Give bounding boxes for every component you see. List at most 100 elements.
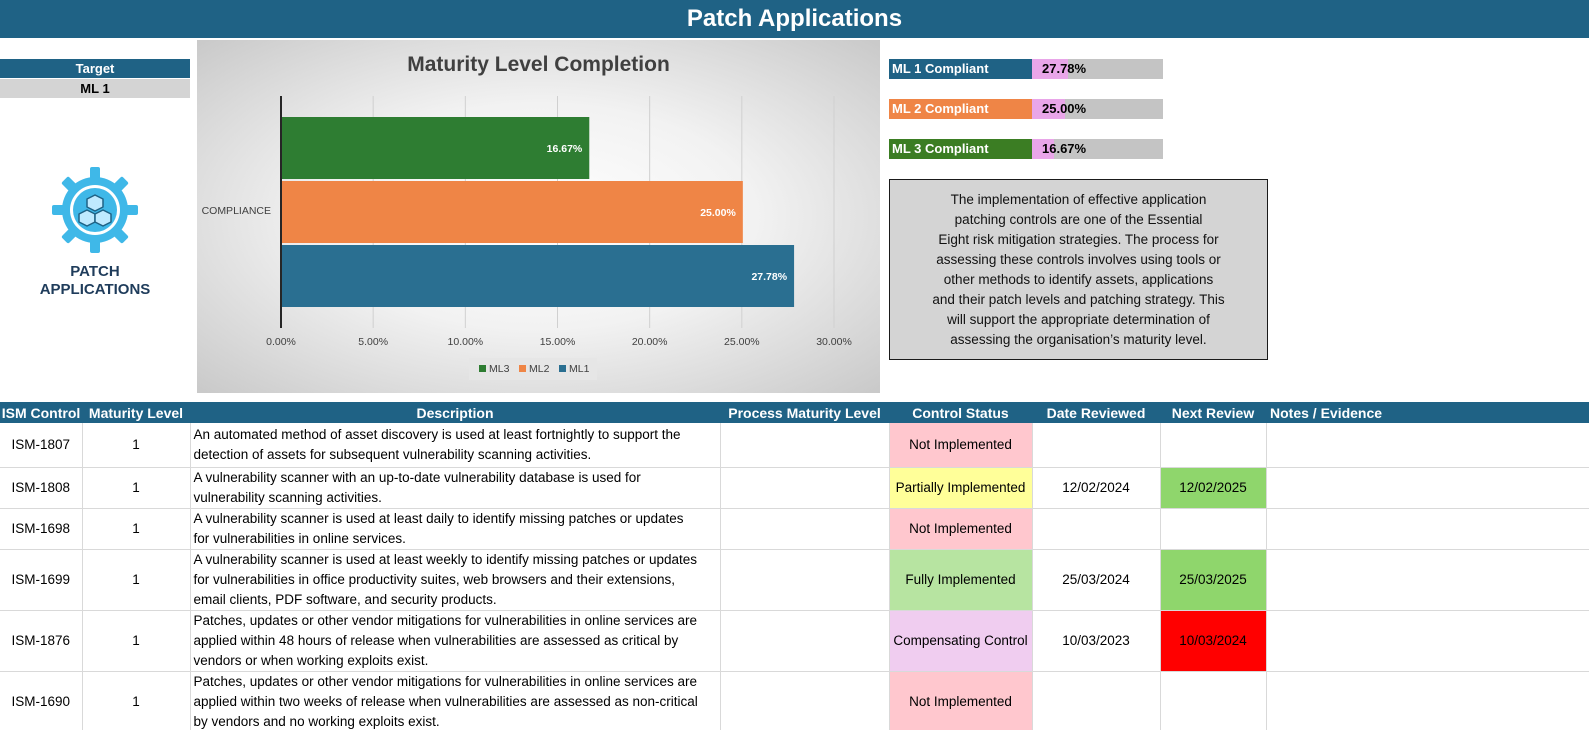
cell-description[interactable]: A vulnerability scanner is used at least… [190, 508, 721, 550]
col-header-description[interactable]: Description [190, 402, 720, 423]
cell-date-reviewed[interactable]: 10/03/2023 [1032, 610, 1161, 672]
description-line: vulnerability scanning activities. [193, 489, 382, 505]
x-tick-label: 0.00% [266, 336, 296, 348]
cell-notes[interactable] [1266, 423, 1589, 468]
description-line: for vulnerabilities in online services. [193, 530, 406, 546]
cell-next-review[interactable] [1160, 671, 1267, 730]
cell-process-maturity[interactable] [720, 423, 890, 468]
cell-ism-control[interactable]: ISM-1699 [0, 549, 83, 611]
cell-notes[interactable] [1266, 467, 1589, 509]
cell-control-status[interactable]: Partially Implemented [889, 467, 1033, 509]
x-tick-label: 30.00% [816, 336, 852, 348]
legend-label: ML1 [569, 363, 590, 375]
compliance-value-cell[interactable]: 16.67% [1032, 139, 1163, 159]
cell-ism-control[interactable]: ISM-1698 [0, 508, 83, 550]
cell-process-maturity[interactable] [720, 508, 890, 550]
cell-notes[interactable] [1266, 610, 1589, 672]
table-row[interactable]: ISM-1699 1 A vulnerability scanner is used… [0, 549, 1589, 611]
cell-ism-control[interactable]: ISM-1807 [0, 423, 83, 468]
cell-maturity-level[interactable]: 1 [82, 610, 191, 672]
cell-maturity-level[interactable]: 1 [82, 423, 191, 468]
compliance-value-cell[interactable]: 25.00% [1032, 99, 1163, 119]
cell-ism-control[interactable]: ISM-1808 [0, 467, 83, 509]
compliance-label: ML 3 Compliant [889, 139, 1032, 159]
legend-label: ML2 [529, 363, 550, 375]
description-line: Patches, updates or other vendor mitigat… [193, 612, 698, 628]
col-header-date-reviewed[interactable]: Date Reviewed [1032, 402, 1160, 423]
x-tick-label: 5.00% [358, 336, 388, 348]
bar-data-label: 16.67% [547, 143, 583, 155]
cell-process-maturity[interactable] [720, 467, 890, 509]
col-header-ism-control[interactable]: ISM Control [0, 402, 82, 423]
x-tick-label: 20.00% [632, 336, 668, 348]
cell-control-status[interactable]: Not Implemented [889, 423, 1033, 468]
cell-ism-control[interactable]: ISM-1690 [0, 671, 83, 730]
compliance-row-ml3: ML 3 Compliant 16.67% [889, 139, 1163, 159]
table-row[interactable]: ISM-1807 1 An automated method of asset di… [0, 423, 1589, 468]
description-line: applied within two weeks of release when… [193, 693, 698, 709]
cell-date-reviewed[interactable]: 25/03/2024 [1032, 549, 1161, 611]
cell-description[interactable]: Patches, updates or other vendor mitigat… [190, 671, 721, 730]
compliance-value: 16.67% [1042, 141, 1087, 156]
cell-control-status[interactable]: Compensating Control [889, 610, 1033, 672]
col-header-control-status[interactable]: Control Status [889, 402, 1032, 423]
cell-maturity-level[interactable]: 1 [82, 671, 191, 730]
maturity-chart: Maturity Level Completion 0.00% 5.00% 10.0… [197, 40, 880, 393]
compliance-value-cell[interactable]: 27.78% [1032, 59, 1163, 79]
col-header-notes[interactable]: Notes / Evidence [1266, 402, 1589, 423]
cell-notes[interactable] [1266, 549, 1589, 611]
x-tick-label: 10.00% [448, 336, 484, 348]
description-line: An automated method of asset discovery i… [193, 426, 681, 442]
cell-description[interactable]: Patches, updates or other vendor mitigat… [190, 610, 721, 672]
x-tick-label: 15.00% [540, 336, 576, 348]
table-row[interactable]: ISM-1876 1 Patches, updates or other vendo… [0, 610, 1589, 672]
cell-next-review[interactable]: 25/03/2025 [1160, 549, 1267, 611]
cell-date-reviewed[interactable] [1032, 508, 1161, 550]
cell-date-reviewed[interactable] [1032, 423, 1161, 468]
cell-notes[interactable] [1266, 508, 1589, 550]
cell-next-review[interactable] [1160, 423, 1267, 468]
col-header-maturity-level[interactable]: Maturity Level [82, 402, 190, 423]
compliance-label: ML 2 Compliant [889, 99, 1032, 119]
logo-text-line1: PATCH [70, 263, 120, 280]
cell-process-maturity[interactable] [720, 610, 890, 672]
cell-process-maturity[interactable] [720, 549, 890, 611]
chart-canvas: 0.00% 5.00% 10.00% 15.00% 20.00% 25.00% 30.00%… [202, 96, 852, 380]
cell-process-maturity[interactable] [720, 671, 890, 730]
cell-notes[interactable] [1266, 671, 1589, 730]
col-header-next-review[interactable]: Next Review [1160, 402, 1266, 423]
cell-date-reviewed[interactable]: 12/02/2024 [1032, 467, 1161, 509]
cell-ism-control[interactable]: ISM-1876 [0, 610, 83, 672]
description-line: A vulnerability scanner with an up-to-da… [193, 469, 641, 485]
cell-maturity-level[interactable]: 1 [82, 549, 191, 611]
cell-next-review[interactable]: 10/03/2024 [1160, 610, 1267, 672]
cell-date-reviewed[interactable] [1032, 671, 1161, 730]
table-header-row: ISM Control Maturity Level Description P… [0, 402, 1589, 423]
cell-control-status[interactable]: Not Implemented [889, 508, 1033, 550]
col-header-process-maturity[interactable]: Process Maturity Level [720, 402, 889, 423]
cell-next-review[interactable]: 12/02/2025 [1160, 467, 1267, 509]
compliance-row-ml1: ML 1 Compliant 27.78% [889, 59, 1163, 79]
info-line: assessing the organisation’s maturity le… [950, 332, 1207, 347]
cell-control-status[interactable]: Fully Implemented [889, 549, 1033, 611]
cell-maturity-level[interactable]: 1 [82, 508, 191, 550]
info-line: The implementation of effective applicat… [950, 192, 1207, 207]
cell-maturity-level[interactable]: 1 [82, 467, 191, 509]
cell-control-status[interactable]: Not Implemented [889, 671, 1033, 730]
cell-next-review[interactable] [1160, 508, 1267, 550]
bar-ml3 [282, 117, 590, 179]
table-row[interactable]: ISM-1690 1 Patches, updates or other vendo… [0, 671, 1589, 730]
description-line: A vulnerability scanner is used at least… [193, 551, 698, 567]
description-line: applied within 48 hours of release when … [193, 632, 679, 648]
cell-description[interactable]: A vulnerability scanner with an up-to-da… [190, 467, 721, 509]
description-line: A vulnerability scanner is used at least… [193, 510, 684, 526]
table-row[interactable]: ISM-1808 1 A vulnerability scanner with an… [0, 467, 1589, 509]
bar-ml1 [282, 245, 795, 307]
cell-description[interactable]: A vulnerability scanner is used at least… [190, 549, 721, 611]
legend-swatch [519, 365, 526, 372]
cell-description[interactable]: An automated method of asset discovery i… [190, 423, 721, 468]
info-line: patching controls are one of the Essenti… [954, 212, 1203, 227]
table-row[interactable]: ISM-1698 1 A vulnerability scanner is used… [0, 508, 1589, 550]
target-value[interactable]: ML 1 [0, 79, 190, 98]
compliance-label: ML 1 Compliant [889, 59, 1032, 79]
